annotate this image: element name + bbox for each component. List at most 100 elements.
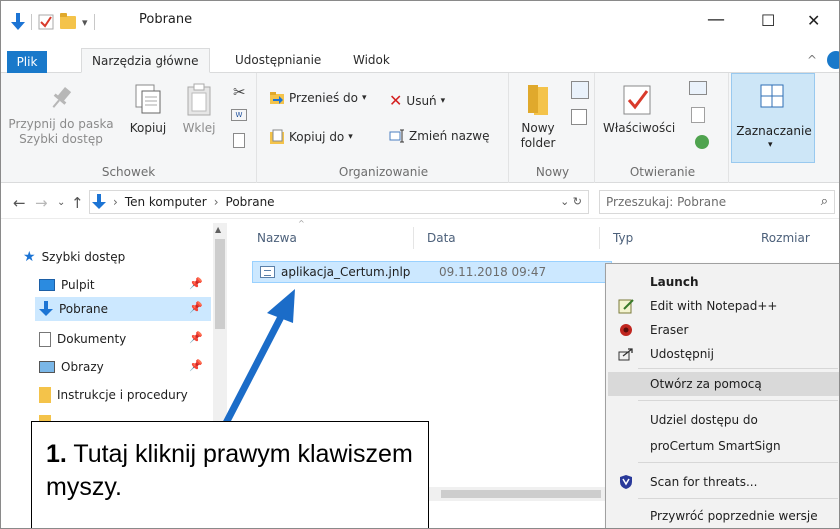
- cut-icon[interactable]: ✂: [233, 83, 246, 101]
- select-label: Zaznaczanie: [736, 124, 812, 138]
- address-bar[interactable]: › Ten komputer › Pobrane ⌄ ↻: [89, 190, 589, 214]
- tab-share[interactable]: Udostępnianie: [225, 48, 331, 73]
- select-icon: [760, 84, 784, 108]
- breadcrumb-this-pc[interactable]: Ten komputer: [125, 195, 207, 209]
- menu-item-label: Udostępnij: [650, 347, 714, 361]
- search-icon[interactable]: ⌕: [821, 194, 828, 209]
- scroll-up-icon[interactable]: ▲: [215, 225, 221, 234]
- pin-icon: 📌: [189, 277, 203, 290]
- customize-toolbar-icon[interactable]: ▾: [82, 16, 88, 29]
- scroll-thumb[interactable]: [215, 239, 225, 329]
- maximize-button[interactable]: ☐: [761, 11, 775, 30]
- search-box[interactable]: Przeszukaj: Pobrane ⌕: [599, 190, 835, 214]
- horizontal-scroll-thumb[interactable]: [441, 490, 601, 498]
- minimize-button[interactable]: —: [707, 9, 725, 30]
- help-icon[interactable]: [827, 51, 839, 69]
- back-button[interactable]: ←: [13, 194, 26, 212]
- ribbon-tabs: Plik Narzędzia główne Udostępnianie Wido…: [1, 43, 839, 75]
- address-dropdown-refresh[interactable]: ⌄ ↻: [560, 195, 582, 208]
- rename-button[interactable]: Zmień nazwę: [389, 129, 490, 143]
- column-divider[interactable]: [599, 227, 600, 249]
- menu-item-share[interactable]: Udostępnij: [608, 342, 839, 366]
- group-new: Nowy folder Nowy: [511, 73, 595, 183]
- image-icon: [39, 361, 55, 373]
- menu-item-launch[interactable]: Launch: [608, 270, 839, 294]
- tab-home[interactable]: Narzędzia główne: [81, 48, 210, 73]
- download-arrow-icon[interactable]: [11, 13, 25, 31]
- breadcrumb-separator: ›: [213, 195, 219, 209]
- close-button[interactable]: ✕: [807, 11, 820, 30]
- share-icon: [618, 348, 633, 361]
- menu-item-procertum[interactable]: proCertum SmartSign: [608, 434, 839, 458]
- rename-icon: [389, 129, 404, 143]
- menu-item-scan[interactable]: Scan for threats...: [608, 470, 839, 494]
- pin-icon: 📌: [189, 301, 203, 314]
- easy-access-icon[interactable]: [571, 109, 587, 125]
- breadcrumb-separator: ›: [113, 195, 118, 209]
- collapse-ribbon-icon[interactable]: ^: [807, 53, 817, 67]
- menu-item-edit-notepad[interactable]: Edit with Notepad++: [608, 294, 839, 318]
- new-folder-icon[interactable]: [60, 12, 76, 29]
- menu-separator: [638, 498, 838, 499]
- menu-item-label: Eraser: [650, 323, 689, 337]
- column-date[interactable]: Data: [427, 231, 456, 245]
- nav-quick-access[interactable]: ★ Szybki dostęp: [19, 245, 211, 269]
- column-divider[interactable]: [413, 227, 414, 249]
- shield-icon: [620, 475, 632, 489]
- copy-icon: [135, 84, 161, 114]
- file-row[interactable]: aplikacja_Certum.jnlp 09.11.2018 09:47: [252, 261, 612, 283]
- up-button[interactable]: ↑: [71, 194, 84, 212]
- menu-item-give-access[interactable]: Udziel dostępu do: [608, 408, 839, 432]
- menu-item-open-with[interactable]: Otwórz za pomocą: [608, 372, 839, 396]
- clipboard-group-label: Schowek: [101, 165, 156, 179]
- recent-locations-button[interactable]: ⌄: [57, 197, 65, 208]
- context-menu: Launch Edit with Notepad++ Eraser Udostę…: [605, 263, 839, 528]
- column-size[interactable]: Rozmiar: [761, 231, 810, 245]
- breadcrumb-downloads[interactable]: Pobrane: [226, 195, 275, 209]
- new-item-icon[interactable]: [571, 81, 589, 99]
- breadcrumb: › Ten komputer › Pobrane: [90, 194, 275, 210]
- callout-step: 1.: [46, 440, 67, 468]
- tab-file[interactable]: Plik: [7, 51, 47, 75]
- nav-desktop[interactable]: Pulpit 📌: [35, 273, 211, 297]
- sort-ascending-icon: ^: [298, 219, 305, 228]
- new-folder-button[interactable]: Nowy folder: [513, 79, 563, 151]
- pin-quick-access-button[interactable]: Przypnij do paska Szybki dostęp: [5, 79, 117, 147]
- menu-item-eraser[interactable]: Eraser: [608, 318, 839, 342]
- properties-button[interactable]: Właściwości: [603, 79, 675, 136]
- nav-label: Szybki dostęp: [41, 250, 126, 264]
- copy-to-button[interactable]: Kopiuj do ▾: [269, 129, 353, 145]
- nav-label: Pobrane: [59, 302, 109, 316]
- properties-check-icon[interactable]: [38, 14, 54, 30]
- window-title: Pobrane: [139, 12, 193, 27]
- new-folder-icon: [528, 85, 548, 115]
- column-name[interactable]: Nazwa: [257, 231, 297, 245]
- paste-icon: [187, 83, 211, 116]
- group-select[interactable]: Zaznaczanie ▾: [731, 73, 815, 163]
- tab-view[interactable]: Widok: [343, 48, 400, 73]
- nav-folder-instructions[interactable]: Instrukcje i procedury: [35, 383, 211, 407]
- file-name: aplikacja_Certum.jnlp: [281, 265, 411, 279]
- open-icon[interactable]: [689, 81, 707, 95]
- select-dropdown-icon: ▾: [768, 140, 773, 150]
- edit-icon[interactable]: [691, 107, 705, 123]
- copy-label: Kopiuj: [129, 121, 167, 135]
- nav-documents[interactable]: Dokumenty 📌: [35, 327, 211, 351]
- nav-downloads[interactable]: Pobrane 📌: [35, 297, 211, 321]
- column-type[interactable]: Typ: [613, 231, 633, 245]
- copy-path-icon[interactable]: W: [231, 109, 247, 121]
- nav-pictures[interactable]: Obrazy 📌: [35, 355, 211, 379]
- paste-shortcut-icon[interactable]: [233, 133, 245, 148]
- move-to-button[interactable]: Przenieś do ▾: [269, 91, 367, 105]
- copy-to-icon: [270, 129, 284, 144]
- history-icon[interactable]: [695, 135, 709, 149]
- menu-item-restore-versions[interactable]: Przywróć poprzednie wersje: [608, 504, 839, 528]
- paste-button[interactable]: Wklej: [179, 79, 219, 136]
- nav-label: Pulpit: [61, 278, 95, 292]
- copy-button[interactable]: Kopiuj: [125, 79, 171, 136]
- delete-button[interactable]: ✕ Usuń ▾: [389, 91, 445, 110]
- star-icon: ★: [23, 249, 36, 265]
- move-to-icon: [270, 92, 284, 104]
- forward-button[interactable]: →: [35, 194, 48, 212]
- nav-label: Instrukcje i procedury: [57, 388, 188, 402]
